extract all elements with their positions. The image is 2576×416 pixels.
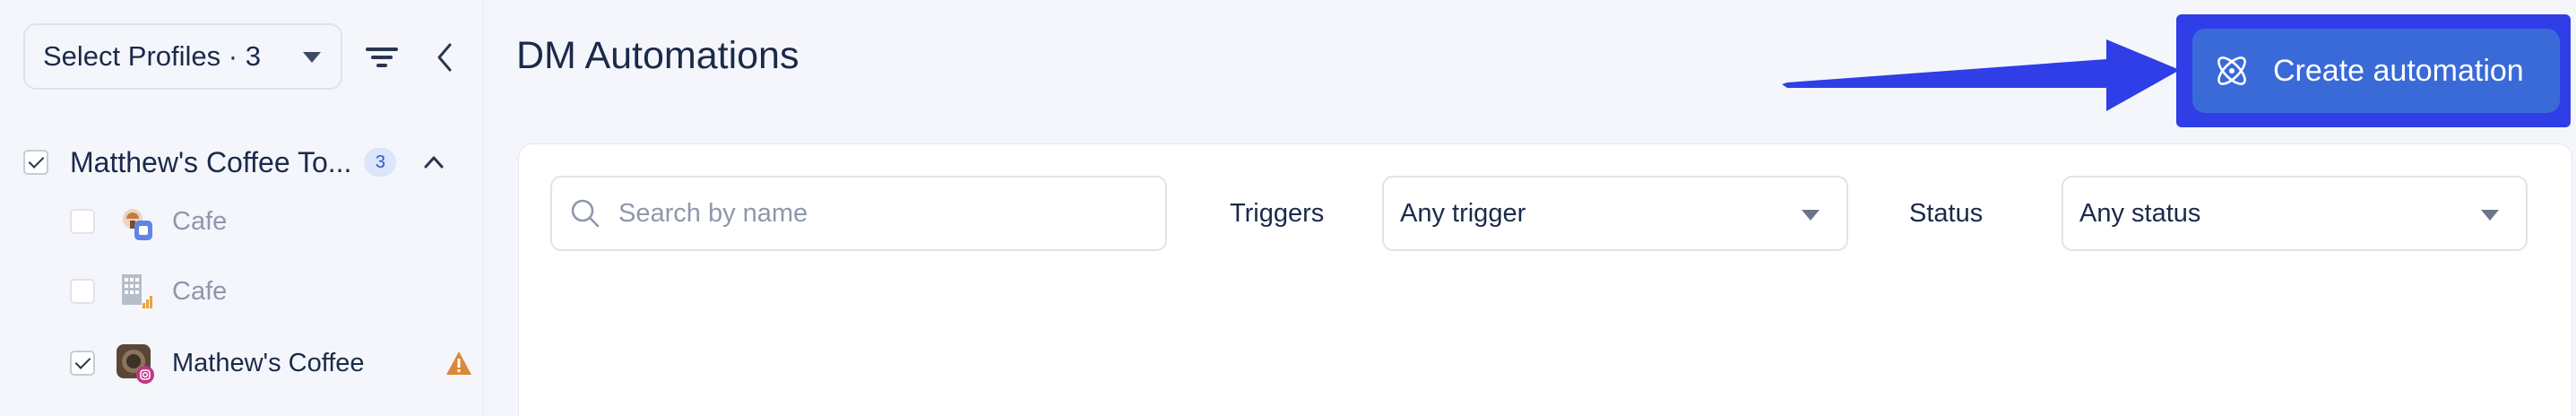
page-title: DM Automations [516,34,800,77]
warning-icon [446,351,471,375]
search-input[interactable] [618,198,1138,229]
profile-checkbox[interactable] [70,351,95,376]
building-icon [122,274,152,308]
chevron-left-icon[interactable] [428,39,461,75]
profile-label: Mathew's Coffee [172,348,365,377]
status-dropdown[interactable]: Any status [2062,176,2528,251]
create-automation-label: Create automation [2273,53,2524,88]
select-profiles-label: Select Profiles · 3 [43,40,261,72]
caret-down-icon [303,52,321,63]
caret-down-icon [1802,210,1820,221]
profile-group-row[interactable]: Matthew's Coffee To... 3 [23,142,471,183]
profile-checkbox[interactable] [70,209,95,234]
profile-checkbox[interactable] [70,279,95,304]
select-profiles-dropdown[interactable]: Select Profiles · 3 [23,23,342,90]
profile-row[interactable]: Cafe [70,269,473,314]
pointer-arrow-annotation [1782,39,2180,111]
atom-icon [2217,56,2246,85]
filter-icon[interactable] [362,39,402,75]
profile-label: Cafe [172,206,228,236]
status-value: Any status [2079,198,2201,228]
group-checkbox[interactable] [23,150,48,175]
profile-row[interactable]: Cafe [70,199,473,244]
profile-label: Cafe [172,276,228,306]
chevron-up-icon[interactable] [421,150,446,175]
profiles-sidebar: Select Profiles · 3 Matthew's Coffee To.… [0,0,484,416]
create-automation-button[interactable]: Create automation [2192,29,2560,113]
search-icon [571,199,600,228]
group-label: Matthew's Coffee To... [70,145,352,178]
triggers-label: Triggers [1230,199,1325,228]
triggers-value: Any trigger [1400,198,1526,228]
instagram-icon [117,344,154,384]
triggers-dropdown[interactable]: Any trigger [1382,176,1848,251]
group-count-badge: 3 [364,148,397,177]
google-business-icon [123,209,152,240]
caret-down-icon [2481,210,2499,221]
status-label: Status [1909,199,1984,228]
search-field[interactable] [550,176,1167,251]
profile-row[interactable]: Mathew's Coffee [70,341,473,386]
